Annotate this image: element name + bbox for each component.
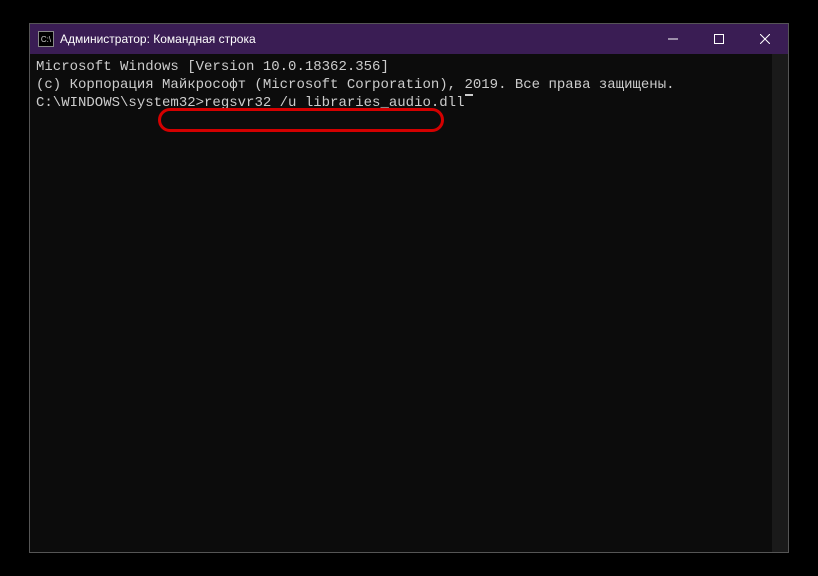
- terminal-area[interactable]: Microsoft Windows [Version 10.0.18362.35…: [30, 54, 788, 552]
- vertical-scrollbar[interactable]: [772, 54, 788, 552]
- close-icon: [760, 34, 770, 44]
- terminal-command: regsvr32 /u libraries_audio.dll: [204, 94, 464, 112]
- cursor: [465, 94, 473, 96]
- terminal-prompt-line: C:\WINDOWS\system32>regsvr32 /u librarie…: [36, 94, 782, 112]
- terminal-prompt: C:\WINDOWS\system32>: [36, 94, 204, 112]
- cmd-icon: C:\: [38, 31, 54, 47]
- window-title: Администратор: Командная строка: [60, 32, 650, 46]
- command-prompt-window: C:\ Администратор: Командная строка Micr…: [29, 23, 789, 553]
- minimize-button[interactable]: [650, 24, 696, 54]
- titlebar[interactable]: C:\ Администратор: Командная строка: [30, 24, 788, 54]
- maximize-button[interactable]: [696, 24, 742, 54]
- minimize-icon: [668, 34, 678, 44]
- maximize-icon: [714, 34, 724, 44]
- window-controls: [650, 24, 788, 54]
- terminal-output-line: Microsoft Windows [Version 10.0.18362.35…: [36, 58, 782, 76]
- close-button[interactable]: [742, 24, 788, 54]
- terminal-output-line: (c) Корпорация Майкрософт (Microsoft Cor…: [36, 76, 782, 94]
